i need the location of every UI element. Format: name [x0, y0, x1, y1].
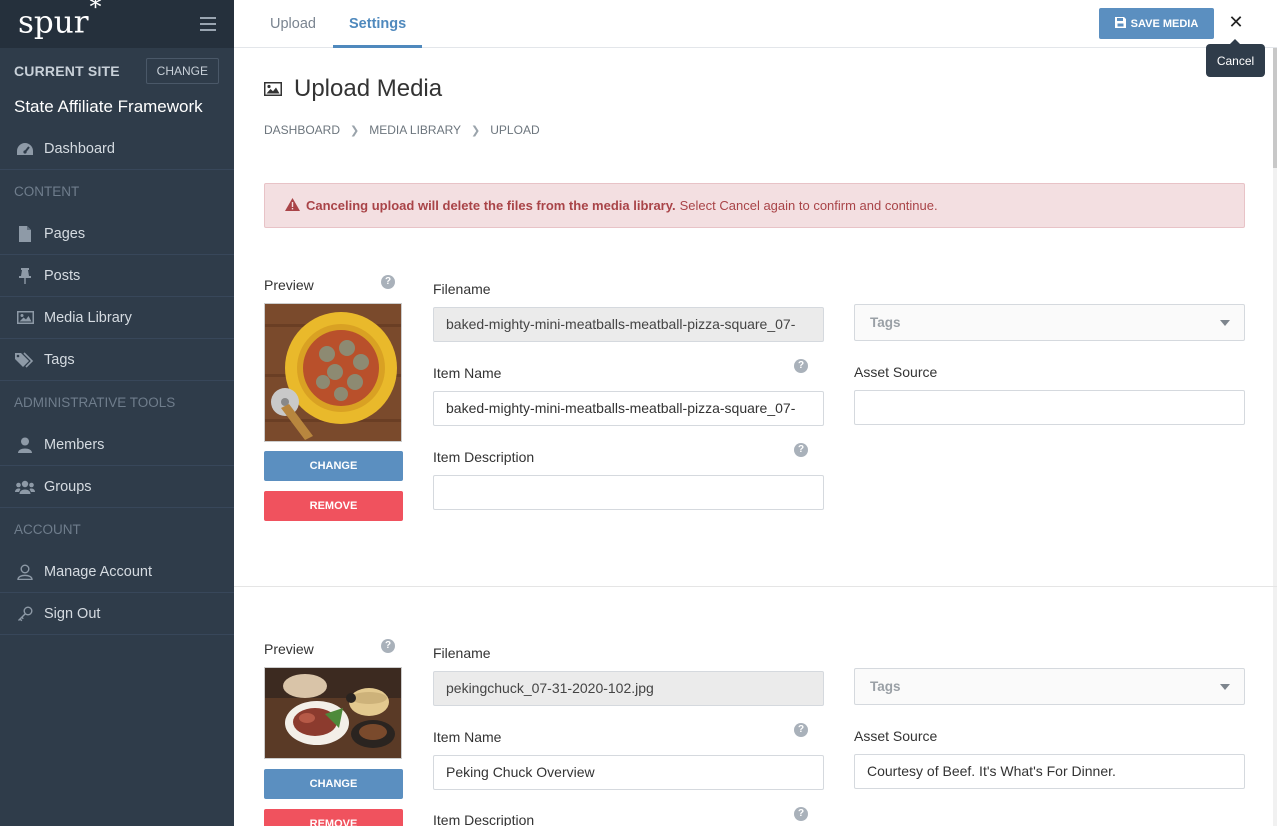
- sidebar-item-members[interactable]: Members: [0, 424, 234, 466]
- section-content: CONTENT: [14, 184, 80, 199]
- asset-source-label: Asset Source: [854, 728, 938, 744]
- preview-image-meatball-pizza: [264, 303, 402, 442]
- tags-placeholder: Tags: [870, 315, 901, 330]
- change-image-button[interactable]: CHANGE: [264, 769, 403, 799]
- floppy-disk-icon: [1114, 16, 1126, 31]
- brand-bar: spur*: [0, 0, 234, 48]
- item-description-label: Item Description: [433, 449, 535, 465]
- item-name-input[interactable]: baked-mighty-mini-meatballs-meatball-piz…: [433, 391, 824, 426]
- sidebar-item-dashboard[interactable]: Dashboard: [0, 128, 234, 170]
- save-media-button[interactable]: SAVE MEDIA: [1099, 8, 1214, 39]
- section-administrative-tools: ADMINISTRATIVE TOOLS: [14, 395, 176, 410]
- breadcrumb-media-library[interactable]: MEDIA LIBRARY: [369, 123, 461, 137]
- item-name-input[interactable]: Peking Chuck Overview: [433, 755, 824, 790]
- tab-upload[interactable]: Upload: [270, 0, 316, 48]
- chevron-right-icon: ❯: [350, 124, 360, 137]
- asset-source-label: Asset Source: [854, 364, 938, 380]
- main-content: Upload Media DASHBOARD ❯ MEDIA LIBRARY ❯…: [234, 48, 1277, 826]
- item-description-label: Item Description: [433, 812, 535, 826]
- sidebar-item-label: Sign Out: [44, 605, 101, 622]
- sidebar-item-posts[interactable]: Posts: [0, 255, 234, 297]
- alert-bold-text: Canceling upload will delete the files f…: [306, 198, 676, 213]
- item-description-input[interactable]: [433, 475, 824, 510]
- section-divider: [234, 586, 1277, 587]
- sidebar-item-groups[interactable]: Groups: [0, 466, 234, 508]
- tags-select[interactable]: Tags: [854, 668, 1245, 705]
- sidebar-item-label: Groups: [44, 478, 92, 495]
- save-media-label: SAVE MEDIA: [1130, 17, 1199, 30]
- current-site-row: CURRENT SITE CHANGE: [0, 48, 234, 94]
- help-icon[interactable]: ?: [381, 275, 395, 289]
- site-name: State Affiliate Framework: [14, 97, 203, 116]
- sidebar-item-manage-account[interactable]: Manage Account: [0, 551, 234, 593]
- item-name-label: Item Name: [433, 365, 502, 381]
- item-name-label: Item Name: [433, 729, 502, 745]
- page-file-icon: [15, 225, 35, 243]
- logo[interactable]: spur*: [18, 0, 102, 41]
- remove-image-button[interactable]: REMOVE: [264, 491, 403, 521]
- sidebar-item-tags[interactable]: Tags: [0, 339, 234, 381]
- current-site-label: CURRENT SITE: [14, 63, 120, 79]
- tags-placeholder: Tags: [870, 679, 901, 694]
- tab-settings[interactable]: Settings: [333, 0, 422, 48]
- hamburger-menu-icon[interactable]: [200, 17, 216, 31]
- sidebar-item-label: Media Library: [44, 309, 132, 326]
- key-icon: [15, 605, 35, 623]
- top-bar: Upload Settings SAVE MEDIA ✕: [234, 0, 1277, 48]
- sidebar-item-label: Members: [44, 436, 105, 453]
- sidebar-item-media-library[interactable]: Media Library: [0, 297, 234, 339]
- filename-label: Filename: [433, 281, 491, 297]
- filename-label: Filename: [433, 645, 491, 661]
- tags-icon: [15, 351, 35, 369]
- section-account: ACCOUNT: [14, 522, 81, 537]
- dashboard-gauge-icon: [15, 140, 35, 158]
- pushpin-icon: [15, 267, 35, 285]
- filename-field: pekingchuck_07-31-2020-102.jpg: [433, 671, 824, 706]
- change-site-button[interactable]: CHANGE: [145, 58, 219, 84]
- cancel-warning-alert: Canceling upload will delete the files f…: [264, 183, 1245, 228]
- help-icon[interactable]: ?: [794, 443, 808, 457]
- logo-text: spur: [18, 4, 89, 41]
- page-title: Upload Media: [264, 75, 442, 103]
- page-title-text: Upload Media: [294, 75, 443, 102]
- warning-triangle-icon: [285, 197, 300, 214]
- sidebar: spur* CURRENT SITE CHANGE State Affiliat…: [0, 0, 234, 826]
- change-image-button[interactable]: CHANGE: [264, 451, 403, 481]
- preview-label: Preview: [264, 277, 314, 293]
- help-icon[interactable]: ?: [794, 359, 808, 373]
- users-group-icon: [15, 478, 35, 496]
- cancel-tooltip: Cancel: [1206, 39, 1265, 77]
- user-icon: [15, 436, 35, 454]
- sidebar-item-label: Posts: [44, 267, 81, 284]
- sidebar-item-label: Tags: [44, 351, 75, 368]
- image-icon: [15, 309, 35, 327]
- logo-mark: *: [89, 0, 102, 22]
- help-icon[interactable]: ?: [794, 807, 808, 821]
- alert-text: Select Cancel again to confirm and conti…: [679, 198, 938, 213]
- sidebar-item-label: Pages: [44, 225, 86, 242]
- remove-image-button[interactable]: REMOVE: [264, 809, 403, 826]
- help-icon[interactable]: ?: [381, 639, 395, 653]
- sidebar-item-pages[interactable]: Pages: [0, 213, 234, 255]
- image-icon: [264, 75, 282, 103]
- asset-source-input[interactable]: Courtesy of Beef. It's What's For Dinner…: [854, 754, 1245, 789]
- chevron-right-icon: ❯: [471, 124, 481, 137]
- user-outline-icon: [15, 563, 35, 581]
- close-icon[interactable]: ✕: [1228, 10, 1244, 34]
- help-icon[interactable]: ?: [794, 723, 808, 737]
- tags-select[interactable]: Tags: [854, 304, 1245, 341]
- sidebar-item-label: Manage Account: [44, 563, 153, 580]
- sidebar-item-label: Dashboard: [44, 140, 115, 157]
- preview-label: Preview: [264, 641, 314, 657]
- caret-down-icon: [1220, 684, 1230, 690]
- caret-down-icon: [1220, 320, 1230, 326]
- breadcrumb: DASHBOARD ❯ MEDIA LIBRARY ❯ UPLOAD: [264, 123, 540, 137]
- asset-source-input[interactable]: [854, 390, 1245, 425]
- breadcrumb-upload: UPLOAD: [490, 123, 540, 137]
- sidebar-item-sign-out[interactable]: Sign Out: [0, 593, 234, 635]
- filename-field: baked-mighty-mini-meatballs-meatball-piz…: [433, 307, 824, 342]
- preview-image-peking-chuck: [264, 667, 402, 759]
- breadcrumb-dashboard[interactable]: DASHBOARD: [264, 123, 340, 137]
